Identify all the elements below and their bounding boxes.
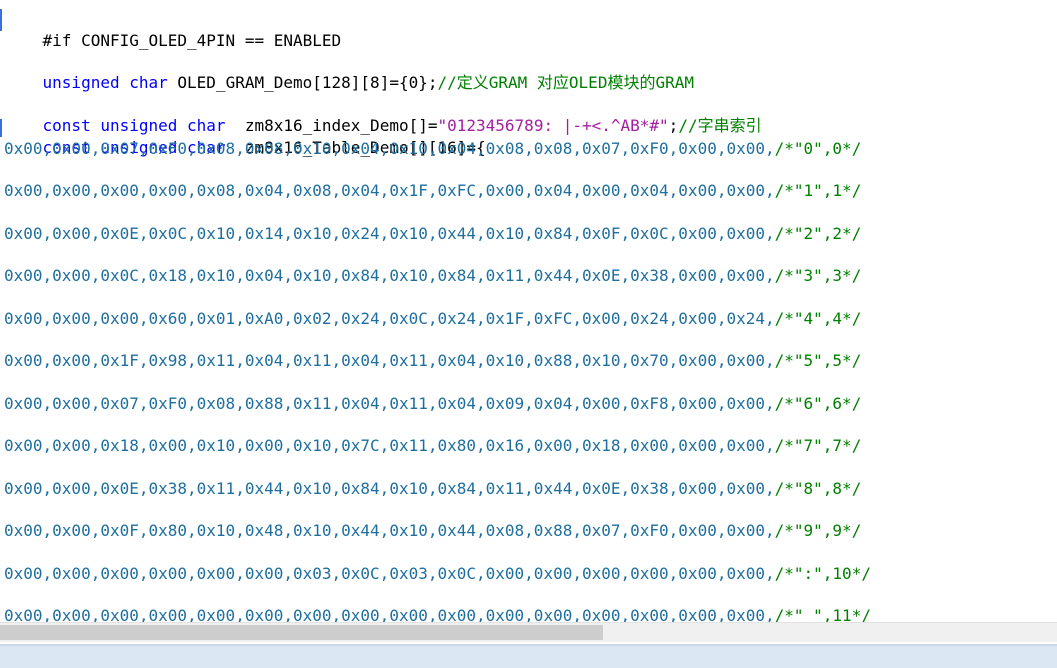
row-comment: /*"7",7*/ (774, 436, 862, 455)
hex-data: 0x00,0x00,0x00,0x00,0x00,0x00,0x00,0x00,… (4, 606, 775, 622)
code-line-row: 0x00,0x00,0x00,0x00,0x00,0x00,0x00,0x00,… (4, 606, 871, 622)
code-line-row: 0x00,0x00,0x00,0x60,0x01,0xA0,0x02,0x24,… (4, 309, 861, 329)
code-line-row: 0x00,0x00,0x0C,0x18,0x10,0x04,0x10,0x84,… (4, 266, 861, 286)
hex-data: 0x00,0x00,0x00,0x00,0x08,0x04,0x08,0x04,… (4, 181, 775, 200)
row-comment: /*"9",9*/ (774, 521, 862, 540)
code-line-row: 0x00,0x00,0x18,0x00,0x10,0x00,0x10,0x7C,… (4, 436, 861, 456)
code-line-row: 0x00,0x00,0x00,0x00,0x08,0x04,0x08,0x04,… (4, 181, 861, 201)
punctuation: ; (668, 116, 679, 135)
code-comment: //字串索引 (678, 116, 762, 135)
code-line-row: 0x00,0x00,0x0F,0x80,0x10,0x48,0x10,0x44,… (4, 521, 861, 541)
scrollbar-thumb[interactable] (0, 625, 603, 640)
code-line-row: 0x00,0x00,0x07,0xF0,0x08,0x88,0x11,0x04,… (4, 394, 861, 414)
hex-data: 0x00,0x00,0x18,0x00,0x10,0x00,0x10,0x7C,… (4, 436, 775, 455)
hex-data: 0x00,0x00,0x07,0xF0,0x08,0x08,0x10,0x04,… (4, 139, 775, 158)
line-change-marker (0, 9, 2, 31)
row-comment: /*"8",8*/ (774, 479, 862, 498)
hex-data: 0x00,0x00,0x0E,0x0C,0x10,0x14,0x10,0x24,… (4, 224, 775, 243)
row-comment: /*" ",11*/ (774, 606, 871, 622)
code-line-row: 0x00,0x00,0x0E,0x0C,0x10,0x14,0x10,0x24,… (4, 224, 861, 244)
line-change-marker (0, 119, 2, 137)
hex-data: 0x00,0x00,0x00,0x00,0x00,0x00,0x03,0x0C,… (4, 564, 775, 583)
row-comment: /*"0",0*/ (774, 139, 862, 158)
row-comment: /*"4",4*/ (774, 309, 862, 328)
row-comment: /*"5",5*/ (774, 351, 862, 370)
row-comment: /*":",10*/ (774, 564, 871, 583)
row-comment: /*"2",2*/ (774, 224, 862, 243)
code-line-row: 0x00,0x00,0x1F,0x98,0x11,0x04,0x11,0x04,… (4, 351, 861, 371)
keyword: unsigned char (42, 73, 168, 92)
hex-data: 0x00,0x00,0x07,0xF0,0x08,0x88,0x11,0x04,… (4, 394, 775, 413)
hex-data: 0x00,0x00,0x0F,0x80,0x10,0x48,0x10,0x44,… (4, 521, 775, 540)
code-line-row: 0x00,0x00,0x07,0xF0,0x08,0x08,0x10,0x04,… (4, 139, 861, 159)
horizontal-scrollbar[interactable] (0, 622, 1057, 642)
row-comment: /*"3",3*/ (774, 266, 862, 285)
preprocessor-directive: #if CONFIG_OLED_4PIN == ENABLED (42, 31, 342, 50)
status-bar (0, 646, 1057, 668)
code-comment: //定义GRAM 对应OLED模块的GRAM (437, 73, 694, 92)
row-comment: /*"1",1*/ (774, 181, 862, 200)
code-line-row: 0x00,0x00,0x0E,0x38,0x11,0x44,0x10,0x84,… (4, 479, 861, 499)
hex-data: 0x00,0x00,0x00,0x60,0x01,0xA0,0x02,0x24,… (4, 309, 775, 328)
declaration: OLED_GRAM_Demo[128][8]={0}; (167, 73, 438, 92)
row-comment: /*"6",6*/ (774, 394, 862, 413)
code-line-row: 0x00,0x00,0x00,0x00,0x00,0x00,0x03,0x0C,… (4, 564, 871, 584)
hex-data: 0x00,0x00,0x0C,0x18,0x10,0x04,0x10,0x84,… (4, 266, 775, 285)
hex-data: 0x00,0x00,0x1F,0x98,0x11,0x04,0x11,0x04,… (4, 351, 775, 370)
hex-data: 0x00,0x00,0x0E,0x38,0x11,0x44,0x10,0x84,… (4, 479, 775, 498)
code-editor[interactable]: #if CONFIG_OLED_4PIN == ENABLED unsigned… (0, 0, 1057, 622)
